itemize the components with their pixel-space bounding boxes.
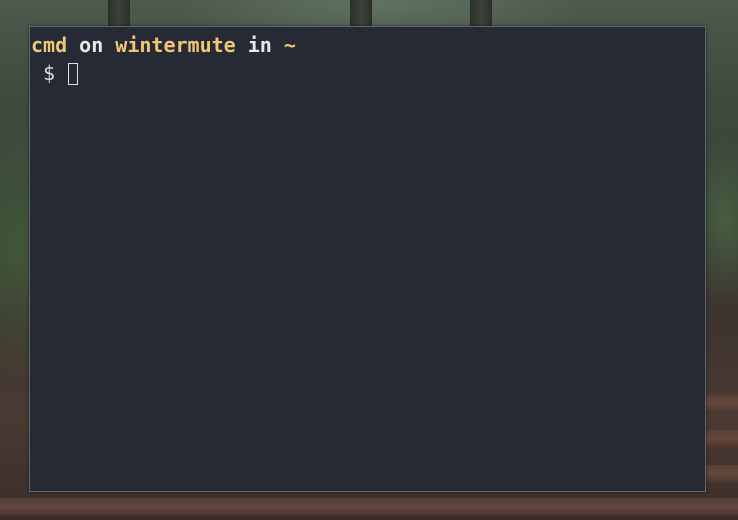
command-input-line[interactable]: $ — [31, 60, 79, 86]
prompt-hostname: wintermute — [115, 33, 236, 57]
prompt-in-word: in — [235, 33, 284, 57]
prompt-symbol: $ — [31, 61, 68, 85]
walkway-plank — [706, 395, 738, 413]
prompt-working-directory: ~ — [283, 33, 296, 57]
shell-prompt-line: cmd on wintermute in ~ — [31, 32, 296, 58]
prompt-user: cmd — [31, 33, 68, 57]
prompt-on-word: on — [67, 33, 116, 57]
walkway-plank — [706, 430, 738, 448]
terminal-window[interactable]: cmd on wintermute in ~ $ — [29, 26, 706, 492]
walkway-plank — [0, 498, 738, 516]
text-cursor — [68, 63, 79, 85]
walkway-plank — [706, 465, 738, 483]
